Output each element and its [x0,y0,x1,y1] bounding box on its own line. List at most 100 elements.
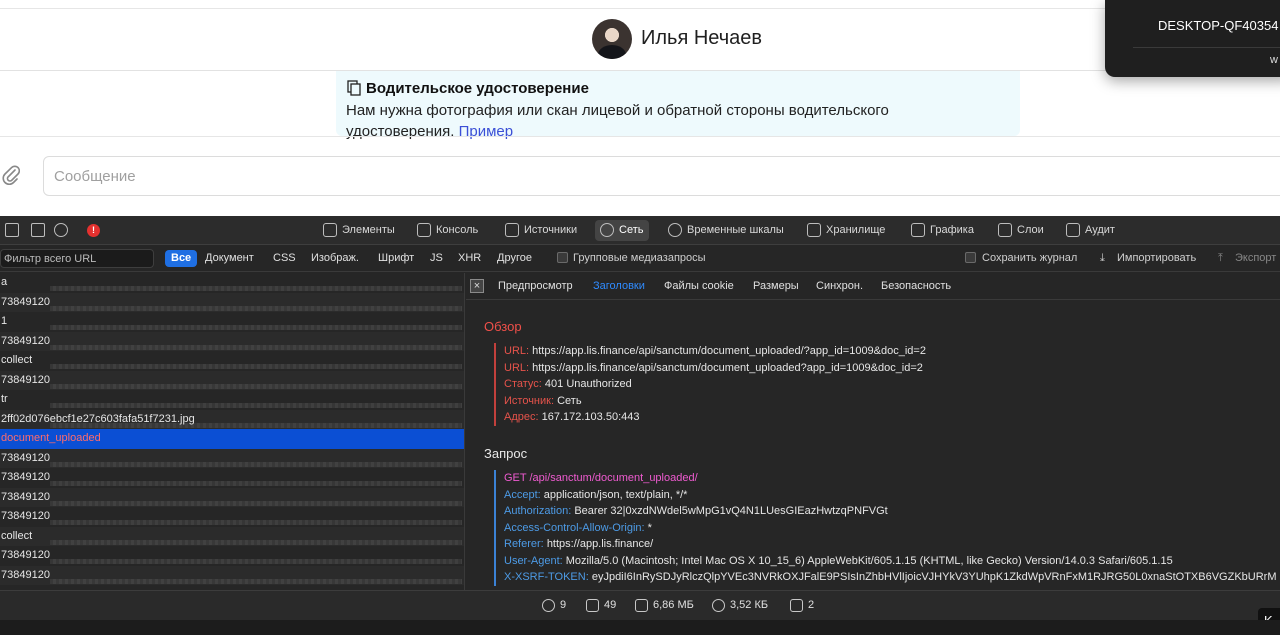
header-key: URL: [504,361,530,374]
tab-preview[interactable]: Предпросмотр [498,280,573,292]
request-row[interactable]: а [0,273,464,293]
tab-cookies[interactable]: Файлы cookie [664,280,734,292]
redirects-count-value: 2 [808,599,815,611]
layers-icon [998,223,1012,237]
request-row[interactable]: 1 [0,312,464,332]
filter-xhr[interactable]: XHR [452,250,487,267]
waterfall-bar [50,364,462,369]
tab-headers[interactable]: Заголовки [593,280,645,292]
contact-name[interactable]: Илья Нечаев [641,27,762,50]
tab-graphics[interactable]: Графика [906,220,980,241]
header-key: User-Agent: [504,554,563,567]
tab-label: Хранилище [826,224,886,236]
request-row[interactable]: 2ff02d076ebcf1e27c603fafa51f7231.jpg [0,409,464,429]
filter-css[interactable]: CSS [267,250,302,267]
error-indicator-icon[interactable]: ! [87,224,100,237]
request-row[interactable]: 73849120 [0,487,464,507]
request-headers-section: GET /api/sanctum/document_uploaded/ Acce… [494,470,1277,586]
request-row[interactable]: collect [0,526,464,546]
header-key: Referer: [504,538,544,550]
request-row[interactable]: 73849120 [0,448,464,468]
waterfall-bar [50,481,462,486]
close-icon[interactable]: × [470,279,484,293]
waterfall-bar [50,461,462,467]
request-row[interactable]: 73849120 [0,565,464,585]
waterfall-bar [50,500,462,506]
tab-timelines[interactable]: Временные шкалы [663,220,790,241]
device-subtitle: w [1270,54,1278,66]
dock-side-icon[interactable] [5,223,19,237]
import-icon[interactable]: ⤓ [1100,250,1105,267]
header-key: Access-Control-Allow-Origin: [504,521,645,534]
page-top-strip [0,0,1280,9]
avatar[interactable] [592,19,632,59]
request-name: 2ff02d076ebcf1e27c603fafa51f7231.jpg [1,412,195,425]
header-value: https://app.lis.finance/api/sanctum/docu… [532,345,926,357]
request-header-row: X-XSRF-TOKEN: eyJpdiI6InRySDJyRlczQlpYVE… [504,569,1277,586]
network-status-bar: 9 49 6,86 МБ 3,52 КБ 2 [0,590,1280,620]
filter-fonts[interactable]: Шрифт [372,250,420,267]
request-row[interactable]: 73849120 [0,370,464,390]
tab-label: Аудит [1085,224,1115,236]
resource-size-value: 3,52 КБ [730,599,769,611]
url-filter-input[interactable] [0,249,154,268]
header-key: Accept: [504,488,541,501]
header-key: URL: [504,345,530,357]
request-row[interactable]: document_uploaded [0,429,464,449]
header-key: Адрес: [504,411,539,423]
request-row[interactable]: 73849120 [0,468,464,488]
filter-other[interactable]: Другое [491,250,538,267]
tab-layers[interactable]: Слои [993,220,1050,241]
tab-sizes[interactable]: Размеры [753,280,799,292]
tab-sources[interactable]: Источники [500,220,583,241]
export-button[interactable]: Экспорт [1235,250,1276,267]
filter-document[interactable]: Документ [199,250,260,267]
tab-label: Элементы [342,224,395,236]
request-row[interactable]: 73849120 [0,507,464,527]
filter-js[interactable]: JS [424,250,449,267]
tab-elements[interactable]: Элементы [318,220,401,241]
element-picker-icon[interactable] [54,223,68,237]
device-popup: DESKTOP-QF40354 w [1105,0,1280,77]
transferred-size: 6,86 МБ [635,599,694,612]
tab-label: Временные шкалы [687,224,784,236]
tab-console[interactable]: Консоль [412,220,484,241]
paperclip-icon[interactable] [2,164,20,186]
tab-storage[interactable]: Хранилище [802,220,891,241]
request-row[interactable]: 73849120 [0,292,464,312]
overview-title: Обзор [484,319,522,334]
preserve-log-label: Сохранить журнал [982,252,1078,264]
message-input[interactable] [43,156,1280,196]
filter-all[interactable]: Все [165,250,198,267]
tab-audit[interactable]: Аудит [1061,220,1121,241]
waterfall-bar [50,403,462,408]
group-media-checkbox[interactable] [557,252,568,263]
document-text: Нам нужна фотография или скан лицевой и … [346,102,889,140]
import-button[interactable]: Импортировать [1117,250,1196,267]
example-link[interactable]: Пример [459,123,514,140]
tab-security[interactable]: Безопасность [881,280,951,292]
copy-icon[interactable] [347,80,361,96]
waterfall-bar [50,325,462,330]
export-icon[interactable]: ⤒ [1218,250,1223,267]
request-name: а [1,276,8,288]
resources-count: 49 [586,599,616,612]
composer-divider [0,136,1280,137]
web-inspector: ! Элементы Консоль Источники Сеть Времен… [0,216,1280,635]
tab-label: Сеть [619,224,644,236]
request-row[interactable]: 73849120 [0,331,464,351]
undock-icon[interactable] [31,223,45,237]
weight-icon [635,599,648,612]
request-row[interactable]: collect [0,351,464,371]
document-icon [586,599,599,612]
waterfall-bar [50,578,462,584]
filter-images[interactable]: Изображ. [305,250,365,267]
tab-network[interactable]: Сеть [595,220,650,241]
tab-timing[interactable]: Синхрон. [816,280,863,292]
request-name: document_uploaded [1,432,101,444]
storage-icon [807,223,821,237]
request-row[interactable]: tr [0,390,464,410]
preserve-log-checkbox[interactable] [965,252,976,263]
request-header-row: Access-Control-Allow-Origin: * [504,520,1277,537]
request-row[interactable]: 73849120 [0,546,464,566]
